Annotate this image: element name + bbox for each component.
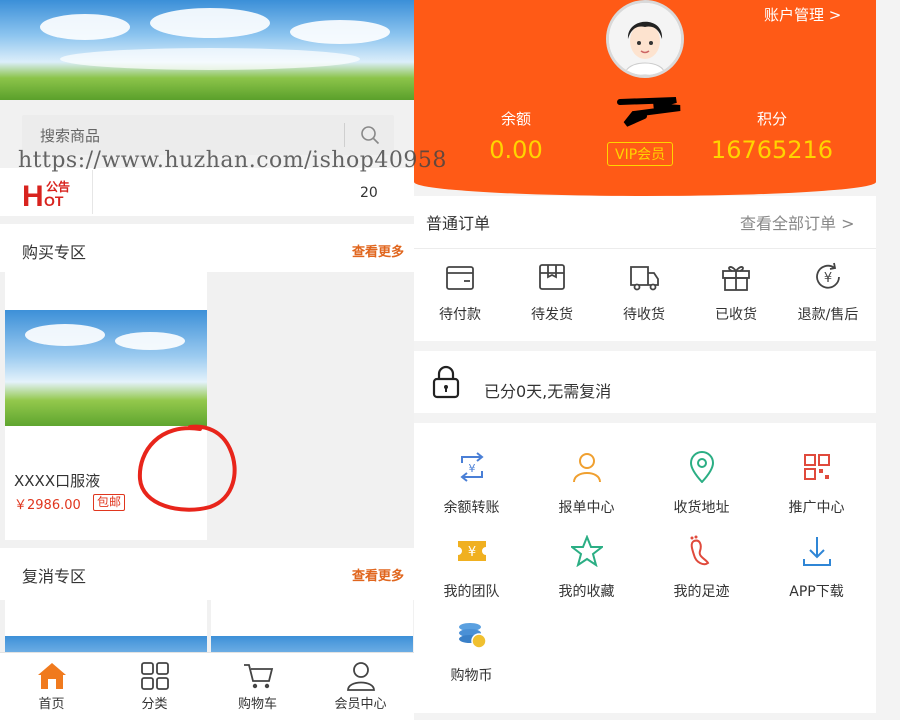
bottom-tab-bar: 首页 分类 购物车 会员中心 [0,652,414,720]
truck-icon [630,266,659,291]
tab-home[interactable]: 首页 [0,653,103,720]
redacted-username [617,97,681,127]
box-icon [539,264,565,290]
product-image[interactable] [5,310,207,426]
grid-icon [141,662,169,690]
free-shipping-badge: 包邮 [93,494,126,511]
vip-badge: VIP会员 [607,142,674,166]
svg-text:H: H [22,180,44,208]
red-annotation-circle [137,424,237,512]
svg-text:OT: OT [44,193,64,208]
lock-icon [432,365,460,399]
account-management-link[interactable]: 账户管理 > [764,4,841,25]
banner-image[interactable] [0,0,414,100]
product-price: ￥2986.00 [14,498,81,513]
orders-header: 普通订单 查看全部订单 > [414,196,876,249]
search-divider [344,123,345,147]
user-icon [347,662,375,691]
menu-label: 我的收藏 [558,584,615,600]
points-value[interactable]: 16765216 [682,136,862,164]
wallet-icon [446,266,474,290]
order-status-label: 已收货 [715,307,757,323]
points-label: 积分 [756,110,787,128]
resale-product-card[interactable] [211,598,413,658]
resale-section-more-link[interactable]: 查看更多 [352,565,404,584]
download-icon [803,537,831,566]
tab-cart[interactable]: 购物车 [206,653,309,720]
cart-icon [244,664,274,689]
tab-category[interactable]: 分类 [103,653,206,720]
menu-label: 收货地址 [673,500,730,516]
tab-label: 会员中心 [334,697,387,712]
resale-section-title: 复消专区 [22,567,87,586]
buy-section-title: 购买专区 [22,243,87,262]
balance-label: 余额 [500,110,531,128]
svg-text:公告: 公告 [46,179,70,194]
avatar-image [609,3,681,75]
order-status-label: 待发货 [531,307,573,323]
notice-count: 20 [360,185,378,201]
order-status-label: 待付款 [439,307,481,323]
view-all-orders-link[interactable]: 查看全部订单 > [740,210,855,234]
menu-label: 购物币 [450,668,493,684]
menu-label: 报单中心 [558,500,615,516]
home-icon [38,663,66,689]
service-menu-grid: ¥ 余额转账 报单中心 收货地址 推广中心 ¥ 我的团队 我的收藏 我的足迹 A… [414,423,876,713]
lock-notice-row: 已分0天,无需复消 [414,351,876,413]
menu-label: 我的足迹 [673,584,730,600]
tab-label: 分类 [141,697,168,712]
lock-notice-text: 已分0天,无需复消 [484,382,612,401]
product-name[interactable]: XXXX口服液 [14,470,100,491]
tab-label: 首页 [38,697,65,712]
resale-section-header: 复消专区 查看更多 [0,548,414,600]
order-status-label: 待收货 [623,307,665,323]
notice-divider [92,170,93,214]
location-icon [689,451,715,483]
svg-text:¥: ¥ [468,545,476,560]
svg-text:¥: ¥ [824,271,832,286]
qrcode-icon [804,454,830,480]
search-icon[interactable] [360,125,380,145]
hot-notice-logo: H 公告 OT [22,179,70,208]
coins-icon [459,623,487,649]
ticket-icon: ¥ [458,541,486,561]
tab-label: 购物车 [237,697,277,712]
tab-member-center[interactable]: 会员中心 [309,653,412,720]
member-center-panel: 账户管理 > 余额 0.00 VIP会员 积分 16765216 普通订单 查看… [414,0,900,720]
order-status-label: 退款/售后 [797,307,859,323]
buy-section-more-link[interactable]: 查看更多 [352,241,404,260]
menu-label: APP下载 [789,584,844,600]
buy-section-header: 购买专区 查看更多 [0,224,414,276]
menu-label: 余额转账 [443,500,500,516]
search-input[interactable]: 搜索商品 [40,125,100,146]
footprint-icon [690,535,710,566]
balance-value[interactable]: 0.00 [426,136,606,164]
star-icon [571,535,603,567]
gift-icon [722,266,750,291]
svg-text:¥: ¥ [469,462,476,475]
orders-title: 普通订单 [426,214,491,233]
menu-label: 我的团队 [443,584,500,600]
avatar[interactable] [606,0,684,78]
menu-label: 推广中心 [788,500,845,516]
resale-product-card[interactable] [5,598,207,658]
person-icon [573,453,601,483]
watermark-url: https://www.huzhan.com/ishop40958 [18,148,447,173]
transfer-icon: ¥ [460,452,484,482]
refund-icon: ¥ [816,262,840,289]
order-status-row: 待付款 待发货 待收货 已收货 ¥ 退款/售后 [414,249,876,341]
shop-home-panel: 搜索商品 H 公告 OT 20 购买专区 查看更多 XXXX口服液 ￥2986.… [0,0,414,720]
